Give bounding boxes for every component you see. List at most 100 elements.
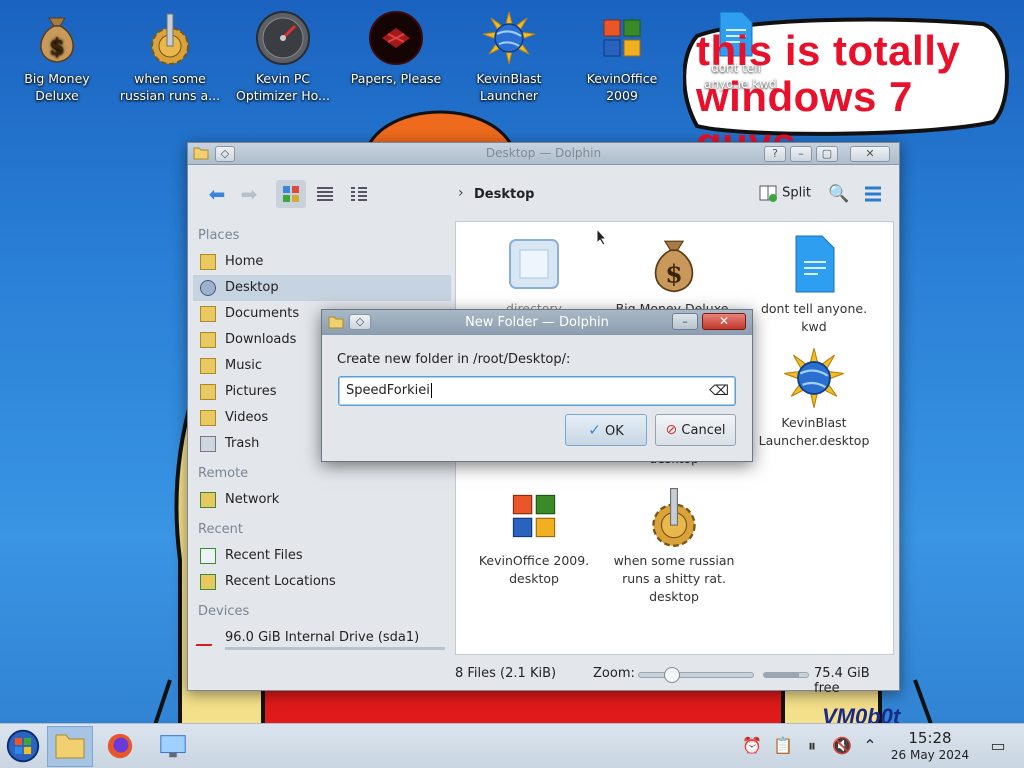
desktop-icon-label: KevinOffice 2009 — [586, 71, 658, 103]
tray-expand-button[interactable]: ⌃ — [860, 736, 880, 756]
pictures-folder-icon — [200, 384, 216, 400]
close-button[interactable]: ✕ — [850, 146, 890, 162]
window-app-button[interactable] — [192, 146, 210, 162]
compact-view-button[interactable] — [310, 180, 340, 208]
free-space-text: 75.4 GiB free — [814, 666, 870, 696]
dialog-close-button[interactable]: ✕ — [702, 313, 746, 330]
folder-name-input[interactable]: SpeedForkiei ⌫ — [338, 376, 736, 406]
new-folder-dialog[interactable]: ◇ New Folder — Dolphin – ✕ Create new fo… — [321, 309, 753, 462]
maximize-button[interactable]: ▢ — [816, 146, 838, 162]
split-button[interactable]: Split — [758, 183, 811, 207]
file-item-label: dont tell anyone. kwd — [760, 301, 868, 334]
desktop-icon-big-money[interactable]: $ Big Money Deluxe — [1, 4, 113, 104]
file-item-directory[interactable]: directory — [469, 232, 599, 318]
folder-name-value: SpeedForkiei — [346, 383, 430, 398]
sidebar-item-home[interactable]: Home — [193, 249, 451, 275]
taskbar-firefox[interactable] — [97, 726, 143, 767]
checkmark-icon: ✓ — [588, 421, 601, 439]
sidebar-item-label: Home — [225, 254, 264, 269]
recent-locations-icon — [200, 574, 216, 590]
window-menu-button[interactable]: ◇ — [215, 146, 235, 162]
forward-button[interactable]: ➡ — [234, 180, 264, 208]
ok-button[interactable]: ✓ OK — [565, 414, 647, 446]
desktop-icon-russian-rat[interactable]: when some russian runs a... — [114, 4, 226, 104]
dolphin-titlebar[interactable]: Desktop — Dolphin ◇ ? – ▢ ✕ — [188, 143, 899, 165]
show-desktop-icon: ▭ — [990, 736, 1006, 755]
search-button[interactable]: 🔍 — [824, 180, 854, 208]
clipboard-tray-button[interactable]: 📋 — [773, 736, 793, 756]
file-item-dont-tell[interactable]: dont tell anyone. kwd — [749, 232, 879, 336]
start-button[interactable] — [0, 726, 46, 767]
cancel-button[interactable]: ⊘ Cancel — [655, 414, 736, 446]
sidebar-item-label: Trash — [225, 436, 260, 451]
globe-burst-icon — [784, 348, 844, 408]
clock[interactable]: 15:28 26 May 2024 — [880, 729, 980, 763]
free-space-fill — [764, 673, 800, 677]
dialog-titlebar[interactable]: ◇ New Folder — Dolphin – ✕ — [322, 310, 752, 335]
notifications-tray-button[interactable]: ⏰ — [742, 736, 762, 756]
cancel-icon: ⊘ — [665, 422, 678, 438]
taskbar-dolphin[interactable] — [47, 726, 93, 767]
clock-time: 15:28 — [908, 729, 952, 747]
minimize-button[interactable]: – — [790, 146, 812, 162]
office-logo-icon — [512, 494, 556, 538]
taskbar: ⏰ 📋 ⏸ 🔇 ⌃ 15:28 26 May 2024 ▭ — [0, 723, 1024, 768]
clipboard-icon: 📋 — [773, 736, 793, 755]
system-settings-icon — [160, 735, 186, 758]
desktop-folder-icon — [200, 280, 216, 296]
dolphin-toolbar: ⬅ ➡ › Desktop Split 🔍 — [188, 166, 899, 218]
sidebar-item-label: Network — [225, 492, 280, 507]
zoom-slider-handle[interactable] — [664, 667, 681, 683]
file-item-kevinblast[interactable]: KevinBlast Launcher.desktop — [749, 346, 879, 450]
icons-view-icon — [283, 186, 299, 202]
sidebar-item-drive[interactable]: 96.0 GiB Internal Drive (sda1) — [193, 625, 451, 651]
zoom-slider[interactable] — [638, 667, 754, 683]
chevron-up-icon: ⌃ — [863, 736, 877, 755]
document-icon — [795, 235, 835, 293]
show-desktop-button[interactable]: ▭ — [988, 736, 1008, 756]
folder-icon — [55, 734, 85, 759]
file-item-russian-rat[interactable]: when some russian runs a shitty rat. des… — [609, 484, 739, 606]
dialog-label: Create new folder in /root/Desktop/: — [337, 352, 571, 367]
sidebar-item-desktop[interactable]: Desktop — [193, 275, 451, 301]
documents-folder-icon — [200, 306, 216, 322]
drive-usage-bar — [225, 647, 445, 650]
sidebar-item-recent-files[interactable]: Recent Files — [193, 543, 451, 569]
media-tray-button[interactable]: ⏸ — [802, 736, 822, 756]
sidebar-item-label: Videos — [225, 410, 269, 425]
desktop-icon-papers-please[interactable]: Papers, Please — [340, 4, 452, 87]
trash-icon — [200, 436, 216, 452]
question-icon: ? — [772, 147, 778, 160]
sidebar-item-label: Recent Files — [225, 548, 303, 563]
details-view-icon — [351, 187, 367, 201]
text-caret — [430, 383, 432, 398]
details-view-button[interactable] — [344, 180, 374, 208]
volume-tray-button[interactable]: 🔇 — [832, 736, 852, 756]
file-item-label: KevinOffice 2009. desktop — [478, 553, 590, 586]
dialog-minimize-button[interactable]: – — [672, 313, 698, 330]
cancel-label: Cancel — [681, 423, 726, 438]
search-icon: 🔍 — [828, 184, 850, 204]
svg-text:$: $ — [49, 34, 64, 60]
sidebar-item-network[interactable]: Network — [193, 487, 451, 513]
taskbar-system-settings[interactable] — [150, 726, 196, 767]
breadcrumb[interactable]: Desktop — [474, 187, 534, 202]
globe-burst-icon — [482, 11, 536, 65]
hamburger-menu-button[interactable] — [858, 180, 888, 208]
sidebar-item-label: Recent Locations — [225, 574, 336, 589]
icons-view-button[interactable] — [276, 180, 306, 208]
file-item-kevinoffice[interactable]: KevinOffice 2009. desktop — [469, 484, 599, 588]
desktop-icon-kevinblast[interactable]: KevinBlast Launcher — [453, 4, 565, 104]
help-button[interactable]: ? — [764, 146, 786, 162]
back-arrow-icon: ⬅ — [208, 182, 226, 206]
split-icon — [759, 185, 777, 202]
back-button[interactable]: ⬅ — [202, 180, 232, 208]
minimize-icon: – — [682, 315, 688, 328]
clear-input-icon[interactable]: ⌫ — [709, 377, 729, 405]
sidebar-item-recent-locations[interactable]: Recent Locations — [193, 569, 451, 595]
sidebar-item-label: Downloads — [225, 332, 297, 347]
pause-icon: ⏸ — [807, 736, 816, 755]
desktop-icon-kevinoffice[interactable]: KevinOffice 2009 — [566, 4, 678, 104]
office-logo-icon — [603, 19, 641, 57]
desktop-icon-kevin-optimizer[interactable]: Kevin PC Optimizer Ho... — [227, 4, 339, 104]
